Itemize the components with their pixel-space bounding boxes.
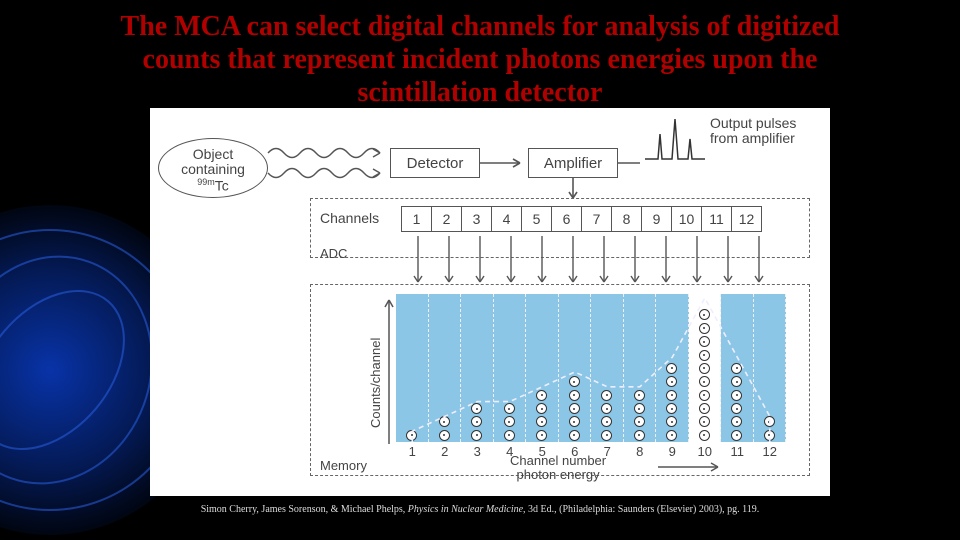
- x-tick: 11: [721, 444, 754, 459]
- channel-cell: 3: [461, 206, 492, 232]
- memory-label: Memory: [320, 458, 367, 473]
- arrow-down-icon: [464, 236, 495, 290]
- channel-cell: 6: [551, 206, 582, 232]
- isotope: Tc: [215, 177, 229, 193]
- gamma-ray-icon: [268, 144, 388, 162]
- histogram-bar: [559, 294, 592, 442]
- histogram-bar: [494, 294, 527, 442]
- arrow-down-icon: [619, 236, 650, 290]
- arrow-down-icon: [712, 236, 743, 290]
- adc-label: ADC: [320, 246, 347, 261]
- histogram-bar: [656, 294, 689, 442]
- arrow-down-icon: [526, 236, 557, 290]
- x-tick: 9: [656, 444, 689, 459]
- x-tick: 10: [689, 444, 722, 459]
- isotope-prefix: 99m: [197, 177, 215, 187]
- y-axis-label: Counts/channel: [368, 338, 383, 428]
- x-axis-label: Channel number photon energy: [510, 454, 606, 483]
- arrow-down-icon: [433, 236, 464, 290]
- arrow-right-icon: [480, 156, 528, 170]
- gamma-ray-icon: [268, 164, 388, 182]
- histogram-bar: [526, 294, 559, 442]
- citation: Simon Cherry, James Sorenson, & Michael …: [0, 504, 960, 515]
- channel-cell: 5: [521, 206, 552, 232]
- counts-histogram: [396, 294, 786, 442]
- object-source: Object containing 99mTc: [158, 138, 268, 198]
- histogram-bar: [461, 294, 494, 442]
- x-tick: 1: [396, 444, 429, 459]
- slide-title: The MCA can select digital channels for …: [0, 0, 960, 113]
- arrow-down-icon: [681, 236, 712, 290]
- channel-cell: 4: [491, 206, 522, 232]
- arrow-up-icon: [382, 294, 396, 444]
- arrow-down-icon: [495, 236, 526, 290]
- adc-down-arrows: [402, 236, 774, 290]
- arrow-down-icon: [557, 236, 588, 290]
- channel-cell: 9: [641, 206, 672, 232]
- x-tick: 12: [754, 444, 787, 459]
- x-tick: 2: [429, 444, 462, 459]
- histogram-bar: [396, 294, 429, 442]
- arrow-down-icon: [402, 236, 433, 290]
- output-pulses-icon: [640, 114, 710, 164]
- channel-cell: 2: [431, 206, 462, 232]
- channel-cells: 123456789101112: [402, 206, 762, 232]
- histogram-bar: [754, 294, 787, 442]
- arrow-down-icon: [743, 236, 774, 290]
- object-label: Object containing: [181, 146, 245, 177]
- histogram-bar: [591, 294, 624, 442]
- channel-cell: 7: [581, 206, 612, 232]
- arrow-down-icon: [650, 236, 681, 290]
- channel-cell: 12: [731, 206, 762, 232]
- channel-cell: 1: [401, 206, 432, 232]
- histogram-bar: [429, 294, 462, 442]
- arrow-right-icon: [658, 460, 728, 474]
- channels-label: Channels: [320, 210, 379, 226]
- channel-cell: 11: [701, 206, 732, 232]
- detector-block: Detector: [390, 148, 480, 178]
- histogram-bar: [689, 294, 722, 442]
- histogram-bar: [721, 294, 754, 442]
- pulses-label: Output pulses from amplifier: [710, 116, 796, 147]
- arrow-down-icon: [588, 236, 619, 290]
- amplifier-block: Amplifier: [528, 148, 618, 178]
- x-tick: 8: [624, 444, 657, 459]
- channel-cell: 10: [671, 206, 702, 232]
- histogram-bar: [624, 294, 657, 442]
- x-tick: 3: [461, 444, 494, 459]
- channel-cell: 8: [611, 206, 642, 232]
- mca-diagram: Object containing 99mTc Detector Amplifi…: [150, 108, 830, 496]
